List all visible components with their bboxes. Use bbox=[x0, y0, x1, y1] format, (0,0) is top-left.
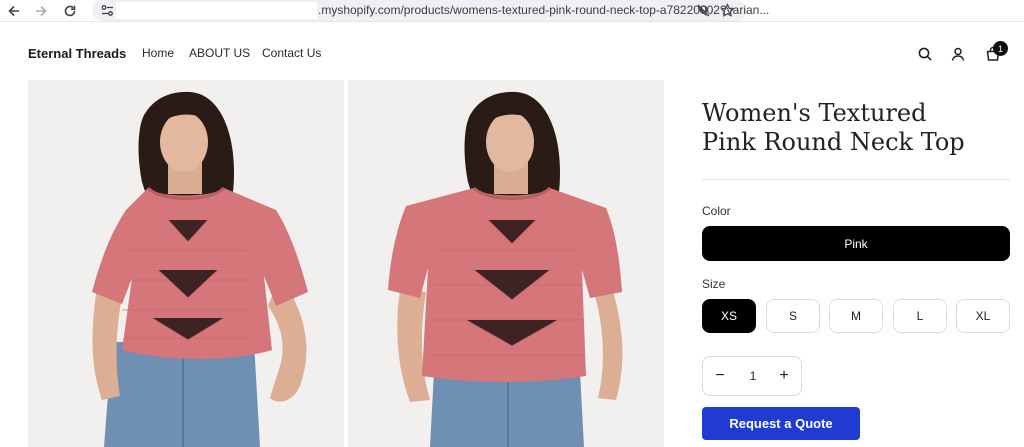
size-option-xs[interactable]: XS bbox=[702, 299, 756, 333]
browser-toolbar: .myshopify.com/products/womens-textured-… bbox=[0, 0, 1024, 22]
size-option-m[interactable]: M bbox=[829, 299, 883, 333]
bookmark-star-icon[interactable] bbox=[720, 3, 735, 18]
url-redaction bbox=[116, 2, 317, 19]
size-option-s[interactable]: S bbox=[766, 299, 820, 333]
forward-arrow-icon[interactable] bbox=[32, 2, 50, 20]
site-settings-icon[interactable] bbox=[100, 3, 115, 18]
quantity-value[interactable]: 1 bbox=[743, 369, 763, 383]
address-bar[interactable]: .myshopify.com/products/womens-textured-… bbox=[92, 0, 769, 21]
product-image-front[interactable] bbox=[28, 80, 344, 447]
quantity-increase-button[interactable]: + bbox=[773, 365, 795, 387]
product-title-line-1: Women's Textured bbox=[702, 99, 927, 127]
size-label: Size bbox=[702, 277, 726, 291]
color-option-pink[interactable]: Pink bbox=[702, 226, 1010, 261]
nav-home[interactable]: Home bbox=[142, 46, 174, 60]
reload-icon[interactable] bbox=[61, 2, 79, 20]
product-title-line-2: Pink Round Neck Top bbox=[702, 128, 965, 156]
brand-logo[interactable]: Eternal Threads bbox=[28, 46, 126, 61]
nav-about-us[interactable]: ABOUT US bbox=[189, 46, 250, 60]
size-option-xl[interactable]: XL bbox=[956, 299, 1010, 333]
back-arrow-icon[interactable] bbox=[5, 2, 23, 20]
title-divider bbox=[702, 179, 1010, 180]
request-quote-button[interactable]: Request a Quote bbox=[702, 407, 860, 440]
store-header: Eternal Threads Home ABOUT US Contact Us bbox=[0, 22, 1024, 80]
quantity-stepper: − 1 + bbox=[702, 356, 802, 396]
search-icon[interactable] bbox=[917, 46, 933, 62]
color-label: Color bbox=[702, 204, 731, 218]
nav-contact-us[interactable]: Contact Us bbox=[262, 46, 321, 60]
size-option-l[interactable]: L bbox=[893, 299, 947, 333]
product-image-alternate[interactable] bbox=[348, 80, 664, 447]
quantity-decrease-button[interactable]: − bbox=[709, 365, 731, 387]
cart-count-badge: 1 bbox=[993, 41, 1008, 56]
tracking-blocked-icon[interactable] bbox=[696, 3, 711, 18]
product-title: Women's Textured Pink Round Neck Top bbox=[702, 99, 1002, 157]
account-icon[interactable] bbox=[950, 46, 966, 62]
